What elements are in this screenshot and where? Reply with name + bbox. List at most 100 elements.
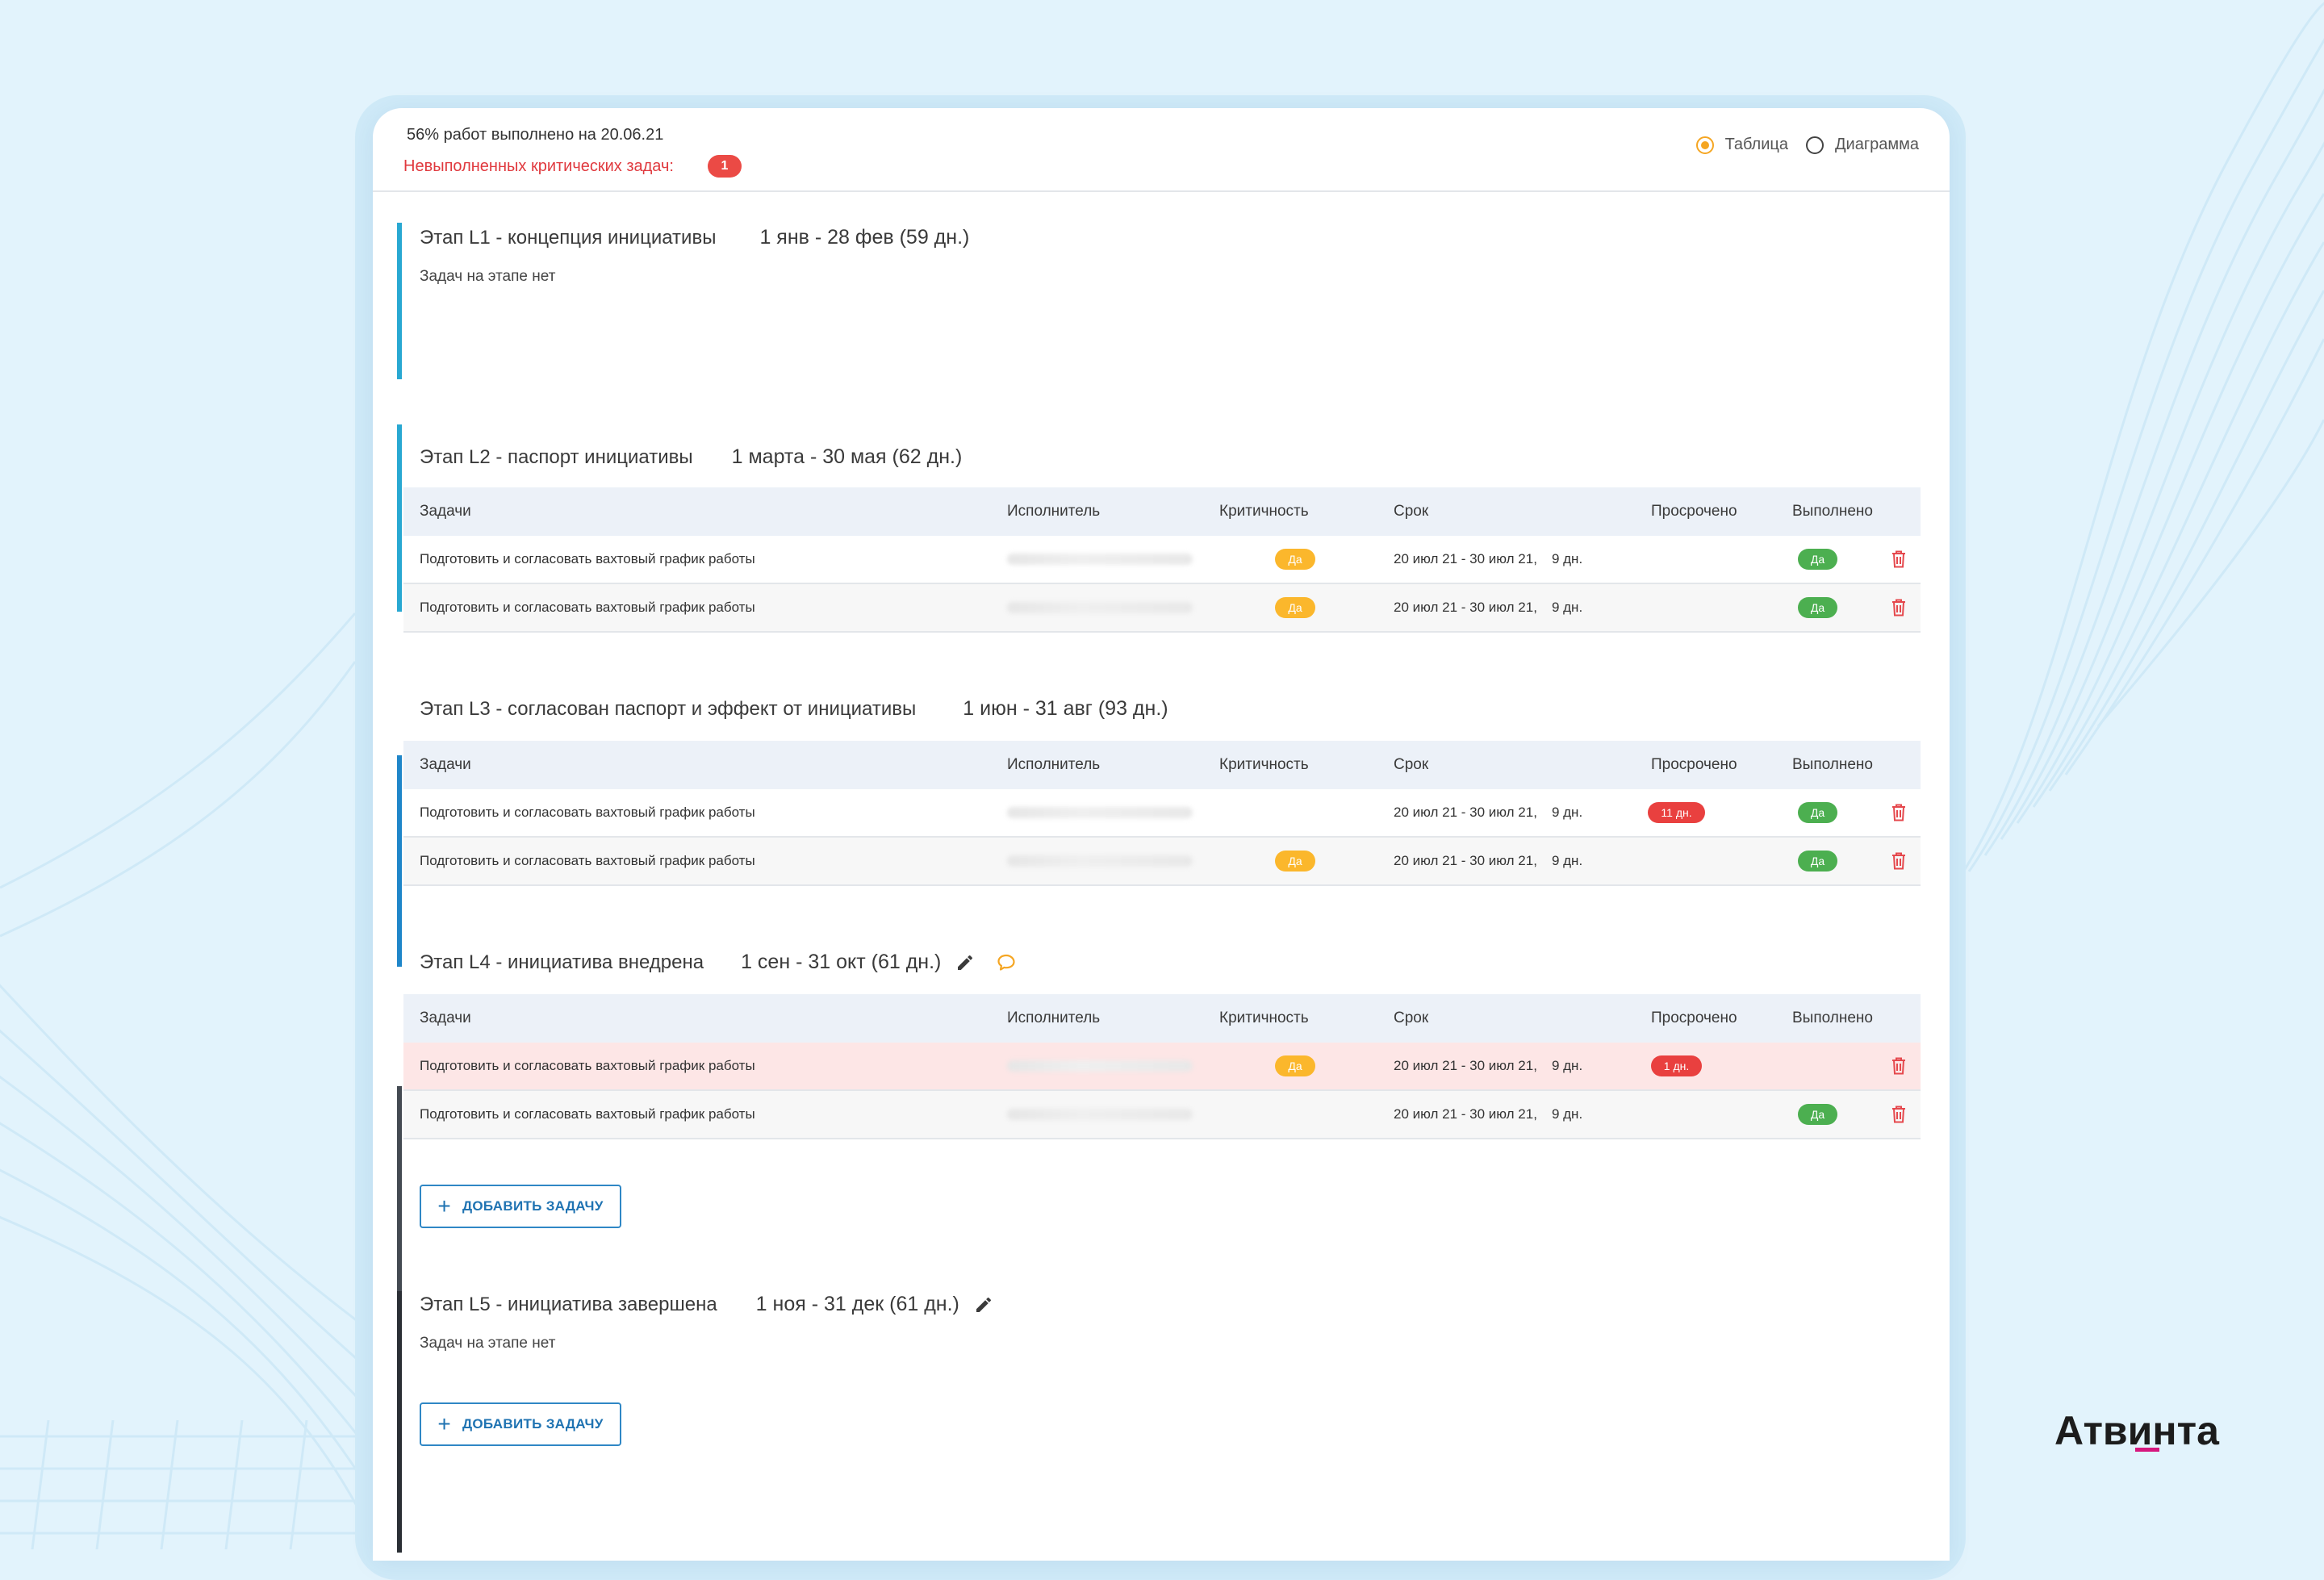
edit-button[interactable] <box>955 953 975 972</box>
due-cell: 20 июл 21 - 30 июл 21, 9 дн. <box>1394 838 1582 884</box>
executor-name-redacted <box>1007 838 1193 884</box>
comment-button[interactable] <box>996 953 1017 972</box>
column-header-done[interactable]: Выполнено <box>1792 741 1873 789</box>
delete-button[interactable] <box>1887 1091 1911 1138</box>
brand-logo-accent <box>2135 1448 2159 1452</box>
stage-l3-bar <box>397 755 402 967</box>
due-cell: 20 июл 21 - 30 июл 21, 9 дн. <box>1394 789 1582 836</box>
view-option-diagram[interactable]: Диаграмма <box>1805 136 1919 154</box>
view-option-table[interactable]: Таблица <box>1695 136 1788 154</box>
trash-icon[interactable] <box>1891 1105 1907 1124</box>
edit-button[interactable] <box>974 1295 993 1315</box>
pencil-icon[interactable] <box>974 1295 993 1315</box>
summary-bar: 56% работ выполнено на 20.06.21 Невыполн… <box>373 108 1950 192</box>
column-header-due[interactable]: Срок <box>1394 994 1428 1043</box>
done-cell: Да <box>1747 1091 1888 1138</box>
column-header-overdue[interactable]: Просрочено <box>1651 994 1737 1043</box>
trash-icon[interactable] <box>1891 803 1907 822</box>
add-task-label: ДОБАВИТЬ ЗАДАЧУ <box>462 1416 604 1432</box>
executor-name-redacted <box>1007 584 1193 631</box>
plus-icon: + <box>437 1411 451 1436</box>
column-header-done[interactable]: Выполнено <box>1792 994 1873 1043</box>
stage-l3-header: Этап L3 - согласован паспорт и эффект от… <box>420 697 1168 721</box>
done-cell: Да <box>1747 838 1888 884</box>
stage-l1-header: Этап L1 - концепция инициативы 1 янв - 2… <box>420 226 969 249</box>
delete-button[interactable] <box>1887 1043 1911 1089</box>
executor-name-redacted <box>1007 1043 1193 1089</box>
table-row[interactable]: Подготовить и согласовать вахтовый графи… <box>403 584 1921 633</box>
radio-unchecked-icon[interactable] <box>1805 136 1824 154</box>
due-days: 9 дн. <box>1551 551 1583 566</box>
stage-title: Этап L2 - паспорт инициативы <box>420 445 693 468</box>
due-days: 9 дн. <box>1551 805 1583 820</box>
due-days: 9 дн. <box>1551 1058 1583 1073</box>
column-header-due[interactable]: Срок <box>1394 741 1428 789</box>
stage-l1-bar <box>397 223 402 379</box>
criticality-cell: Да <box>1218 584 1372 631</box>
due-range: 20 июл 21 - 30 июл 21, <box>1394 1106 1537 1122</box>
column-header-executor[interactable]: Исполнитель <box>1007 741 1100 789</box>
stage-title: Этап L1 - концепция инициативы <box>420 226 717 249</box>
stage-dates: 1 июн - 31 авг (93 дн.) <box>963 697 1168 720</box>
stage-dates: 1 марта - 30 мая (62 дн.) <box>731 445 963 468</box>
add-task-button[interactable]: + ДОБАВИТЬ ЗАДАЧУ <box>420 1402 621 1446</box>
critical-tasks-label: Невыполненных критических задач: <box>403 157 674 175</box>
column-header-overdue[interactable]: Просрочено <box>1651 487 1737 536</box>
criticality-cell: Да <box>1218 1043 1372 1089</box>
done-cell: Да <box>1747 584 1888 631</box>
trash-icon[interactable] <box>1891 1056 1907 1076</box>
due-cell: 20 июл 21 - 30 июл 21, 9 дн. <box>1394 1091 1582 1138</box>
table-header: Задачи Исполнитель Критичность Срок Прос… <box>403 741 1921 789</box>
column-header-criticality[interactable]: Критичность <box>1219 741 1309 789</box>
executor-name-redacted <box>1007 789 1193 836</box>
due-days: 9 дн. <box>1551 1106 1583 1122</box>
done-yes-badge: Да <box>1797 802 1838 823</box>
column-header-due[interactable]: Срок <box>1394 487 1428 536</box>
column-header-overdue[interactable]: Просрочено <box>1651 741 1737 789</box>
column-header-executor[interactable]: Исполнитель <box>1007 994 1100 1043</box>
radio-checked-icon[interactable] <box>1695 136 1714 154</box>
add-task-button[interactable]: + ДОБАВИТЬ ЗАДАЧУ <box>420 1185 621 1228</box>
stage-l5-bar <box>397 1291 402 1553</box>
table-row[interactable]: Подготовить и согласовать вахтовый графи… <box>403 838 1921 886</box>
done-yes-badge: Да <box>1797 549 1838 570</box>
column-header-task[interactable]: Задачи <box>420 487 471 536</box>
trash-icon[interactable] <box>1891 598 1907 617</box>
column-header-task[interactable]: Задачи <box>420 741 471 789</box>
table-row[interactable]: Подготовить и согласовать вахтовый графи… <box>403 536 1921 584</box>
table-header: Задачи Исполнитель Критичность Срок Прос… <box>403 487 1921 536</box>
due-range: 20 июл 21 - 30 июл 21, <box>1394 853 1537 868</box>
column-header-task[interactable]: Задачи <box>420 994 471 1043</box>
column-header-criticality[interactable]: Критичность <box>1219 994 1309 1043</box>
column-header-criticality[interactable]: Критичность <box>1219 487 1309 536</box>
table-row-overdue[interactable]: Подготовить и согласовать вахтовый графи… <box>403 1043 1921 1091</box>
trash-icon[interactable] <box>1891 550 1907 569</box>
pencil-icon[interactable] <box>955 953 975 972</box>
task-name: Подготовить и согласовать вахтовый графи… <box>420 805 755 820</box>
stage-title: Этап L3 - согласован паспорт и эффект от… <box>420 697 917 720</box>
executor-name-redacted <box>1007 536 1193 583</box>
column-header-executor[interactable]: Исполнитель <box>1007 487 1100 536</box>
table-header: Задачи Исполнитель Критичность Срок Прос… <box>403 994 1921 1043</box>
table-row[interactable]: Подготовить и согласовать вахтовый графи… <box>403 789 1921 838</box>
critical-tasks-line: Невыполненных критических задач: 1 <box>403 155 742 178</box>
delete-button[interactable] <box>1887 789 1911 836</box>
delete-button[interactable] <box>1887 838 1911 884</box>
progress-summary: 56% работ выполнено на 20.06.21 <box>407 126 664 144</box>
comment-icon[interactable] <box>996 953 1017 972</box>
stage-dates: 1 сен - 31 окт (61 дн.) <box>741 951 942 973</box>
stage-dates: 1 ноя - 31 дек (61 дн.) <box>755 1293 959 1315</box>
trash-icon[interactable] <box>1891 851 1907 871</box>
delete-button[interactable] <box>1887 584 1911 631</box>
column-header-done[interactable]: Выполнено <box>1792 487 1873 536</box>
overdue-cell: 11 дн. <box>1606 789 1747 836</box>
table-row[interactable]: Подготовить и согласовать вахтовый графи… <box>403 1091 1921 1139</box>
stage-l2-bar <box>397 424 402 612</box>
task-name: Подготовить и согласовать вахтовый графи… <box>420 551 755 566</box>
executor-name-redacted <box>1007 1091 1193 1138</box>
overdue-badge: 11 дн. <box>1648 802 1705 823</box>
delete-button[interactable] <box>1887 536 1911 583</box>
plan-card: 56% работ выполнено на 20.06.21 Невыполн… <box>373 108 1950 1561</box>
stage-l5-header: Этап L5 - инициатива завершена 1 ноя - 3… <box>420 1293 993 1316</box>
done-yes-badge: Да <box>1797 1104 1838 1125</box>
